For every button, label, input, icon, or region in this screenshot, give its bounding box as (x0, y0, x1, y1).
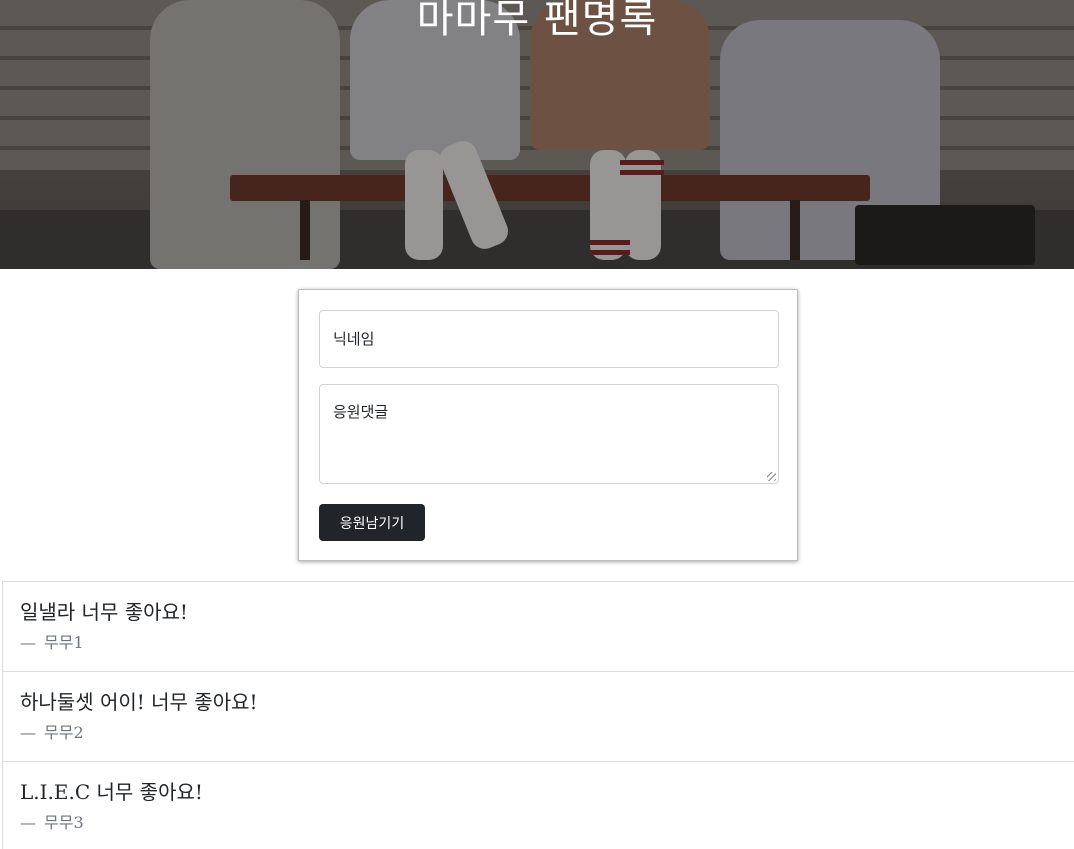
comment-text: L.I.E.C 너무 좋아요! (20, 780, 203, 804)
list-item: 일낼라 너무 좋아요! — 무무1 (2, 581, 1074, 671)
comment-author: — 무무2 (20, 719, 1074, 743)
author-dash: — (20, 813, 36, 832)
comment-author: — 무무1 (20, 629, 1074, 653)
author-name: 무무1 (44, 633, 84, 652)
author-dash: — (20, 633, 36, 652)
list-item: L.I.E.C 너무 좋아요! — 무무3 (2, 761, 1074, 849)
hero-banner: 마마무 팬명록 (0, 0, 1074, 269)
comment-text: 일낼라 너무 좋아요! (20, 600, 188, 624)
guestbook-form: 응원남기기 (298, 289, 798, 561)
submit-comment-button[interactable]: 응원남기기 (319, 504, 425, 541)
author-dash: — (20, 723, 36, 742)
author-name: 무무2 (44, 723, 84, 742)
textarea-resize-handle[interactable] (767, 472, 776, 481)
comment-author: — 무무3 (20, 809, 1074, 833)
comment-text: 하나둘셋 어이! 너무 좋아요! (20, 690, 258, 714)
comment-textarea[interactable] (319, 384, 779, 484)
list-item: 하나둘셋 어이! 너무 좋아요! — 무무2 (2, 671, 1074, 761)
page-title: 마마무 팬명록 (416, 0, 658, 42)
nickname-input[interactable] (319, 310, 779, 368)
comment-list: 일낼라 너무 좋아요! — 무무1 하나둘셋 어이! 너무 좋아요! — 무무2 L… (2, 581, 1074, 849)
author-name: 무무3 (44, 813, 84, 832)
